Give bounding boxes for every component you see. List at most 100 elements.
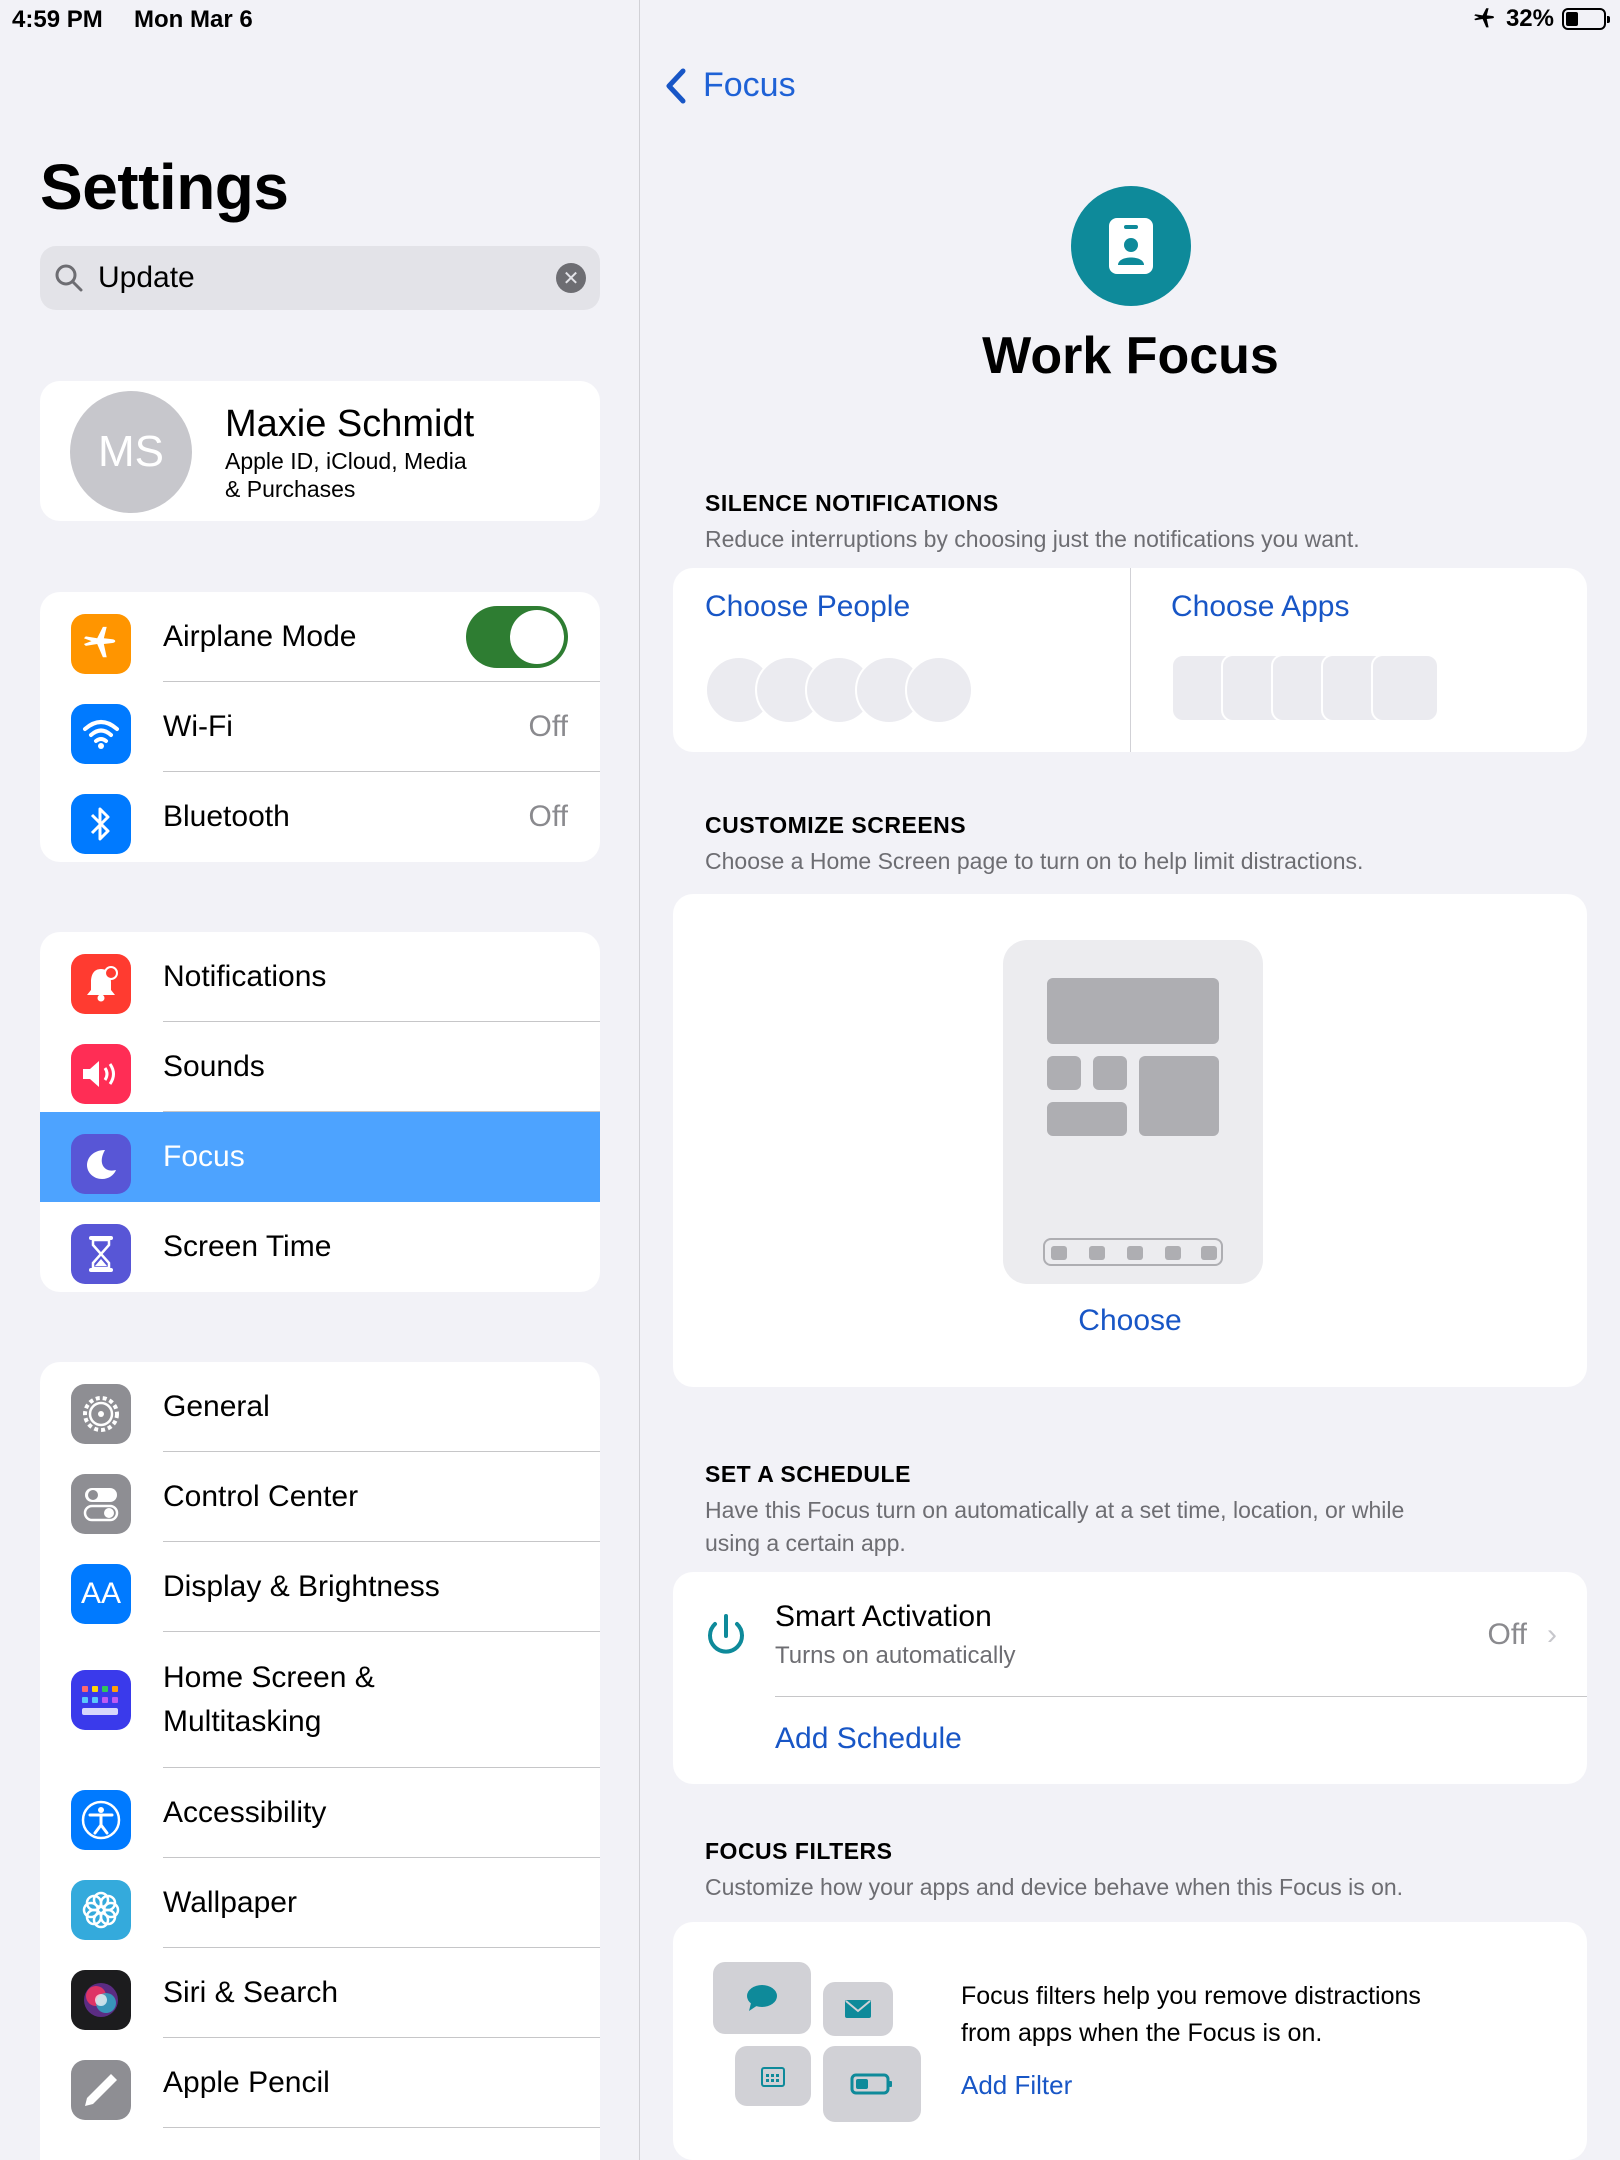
sidebar-item-wifi[interactable]: Wi-Fi Off: [40, 682, 600, 772]
search-input[interactable]: Update: [98, 261, 556, 295]
power-icon: [708, 1614, 744, 1654]
chat-bubble-icon: [713, 1962, 811, 2034]
screens-heading: CUSTOMIZE SCREENS: [705, 812, 967, 838]
chevron-right-icon[interactable]: ›: [1547, 1618, 1557, 1652]
sidebar-item-label: Bluetooth: [163, 800, 290, 833]
account-subtitle-line2: & Purchases: [225, 476, 356, 502]
bluetooth-icon: [71, 794, 131, 854]
flower-icon: [71, 1880, 131, 1940]
app-placeholder: [1371, 654, 1439, 722]
smart-activation-title[interactable]: Smart Activation: [775, 1600, 992, 1634]
screens-card: Choose: [673, 894, 1587, 1387]
status-date: Mon Mar 6: [134, 6, 253, 33]
back-label: Focus: [703, 66, 796, 104]
airplane-mode-toggle[interactable]: [466, 606, 568, 668]
sidebar-item-control-center[interactable]: Control Center: [40, 1452, 600, 1542]
account-subtitle: Apple ID, iCloud, Media & Purchases: [225, 447, 525, 503]
wifi-icon: [71, 704, 131, 764]
system-group: General Control Center AA Display & Brig…: [40, 1362, 600, 2160]
avatar: MS: [70, 391, 192, 513]
gear-icon: [71, 1384, 131, 1444]
sidebar-item-general[interactable]: General: [40, 1362, 600, 1452]
sidebar-item-airplane-mode[interactable]: Airplane Mode: [40, 592, 600, 682]
back-button[interactable]: Focus: [665, 66, 796, 105]
smart-activation-subtitle: Turns on automatically: [775, 1642, 1016, 1669]
bluetooth-status: Off: [528, 800, 568, 833]
schedule-heading: SET A SCHEDULE: [705, 1461, 911, 1487]
wifi-status: Off: [528, 710, 568, 743]
sidebar-item-label: Display & Brightness: [163, 1570, 440, 1603]
account-subtitle-line1: Apple ID, iCloud, Media: [225, 448, 467, 474]
sidebar-item-focus[interactable]: Focus: [40, 1112, 600, 1202]
screens-description: Choose a Home Screen page to turn on to …: [705, 848, 1364, 874]
sidebar-item-screen-time[interactable]: Screen Time: [40, 1202, 600, 1292]
settings-sidebar: Settings Update ✕ MS Maxie Schmidt Apple…: [0, 0, 640, 2160]
airplane-icon: [71, 614, 131, 674]
filters-heading: FOCUS FILTERS: [705, 1838, 893, 1864]
sidebar-item-sounds[interactable]: Sounds: [40, 1022, 600, 1112]
schedule-desc-line1: Have this Focus turn on automatically at…: [705, 1497, 1405, 1523]
home-screen-preview[interactable]: [1003, 940, 1263, 1284]
hourglass-icon: [71, 1224, 131, 1284]
choose-screen-button[interactable]: Choose: [673, 1304, 1587, 1338]
add-filter-button[interactable]: Add Filter: [961, 2070, 1072, 2101]
silence-card: Choose People Choose Apps: [673, 568, 1587, 752]
filters-card: Focus filters help you remove distractio…: [673, 1922, 1587, 2160]
choose-people-button[interactable]: Choose People: [705, 590, 910, 624]
status-bar: 4:59 PM Mon Mar 6 32%: [0, 0, 1620, 40]
add-schedule-button[interactable]: Add Schedule: [775, 1722, 962, 1756]
sidebar-item-display-brightness[interactable]: AA Display & Brightness: [40, 1542, 600, 1632]
sidebar-item-label: Focus: [163, 1140, 245, 1173]
moon-icon: [71, 1134, 131, 1194]
switches-icon: [71, 1474, 131, 1534]
sidebar-item-label: Sounds: [163, 1050, 265, 1083]
choose-apps-button[interactable]: Choose Apps: [1171, 590, 1349, 624]
sidebar-item-label: General: [163, 1390, 270, 1423]
filters-text-line1: Focus filters help you remove distractio…: [961, 1982, 1421, 2010]
sidebar-item-label: Wi-Fi: [163, 710, 233, 743]
smart-activation-value: Off: [1487, 1618, 1527, 1651]
low-power-battery-icon: [823, 2046, 921, 2122]
bell-icon: [71, 954, 131, 1014]
schedule-description: Have this Focus turn on automatically at…: [705, 1494, 1535, 1560]
sidebar-item-siri-search[interactable]: Siri & Search: [40, 1948, 600, 2038]
sidebar-item-accessibility[interactable]: Accessibility: [40, 1768, 600, 1858]
sidebar-title: Settings: [40, 151, 289, 223]
notifications-group: Notifications Sounds Focus Screen Time: [40, 932, 600, 1292]
search-bar[interactable]: Update ✕: [40, 246, 600, 310]
page-title: Work Focus: [982, 327, 1279, 385]
calendar-icon: [735, 2046, 811, 2106]
sidebar-item-bluetooth[interactable]: Bluetooth Off: [40, 772, 600, 862]
mail-icon: [823, 1982, 893, 2036]
sidebar-item-label: Notifications: [163, 960, 327, 993]
sidebar-item-label: Accessibility: [163, 1796, 327, 1829]
focus-detail-pane: Focus Work Focus SILENCE NOTIFICATIONS R…: [641, 0, 1620, 2160]
filters-description: Customize how your apps and device behav…: [705, 1874, 1404, 1900]
sidebar-item-label: Screen Time: [163, 1230, 332, 1263]
sidebar-item-wallpaper[interactable]: Wallpaper: [40, 1858, 600, 1948]
connectivity-group: Airplane Mode Wi-Fi Off Bluetooth Off: [40, 592, 600, 862]
silence-heading: SILENCE NOTIFICATIONS: [705, 490, 999, 516]
filters-text-line2: from apps when the Focus is on.: [961, 2019, 1323, 2047]
accessibility-icon: [71, 1790, 131, 1850]
siri-icon: [71, 1970, 131, 2030]
battery-percent: 32%: [1505, 5, 1554, 32]
sidebar-item-notifications[interactable]: Notifications: [40, 932, 600, 1022]
sidebar-item-apple-pencil[interactable]: Apple Pencil: [40, 2038, 600, 2128]
speaker-icon: [71, 1044, 131, 1104]
person-placeholder: [905, 656, 973, 724]
sidebar-item-label: Siri & Search: [163, 1976, 339, 2009]
sidebar-item-home-screen[interactable]: Home Screen & Multitasking: [40, 1632, 600, 1768]
label-line2: Multitasking: [163, 1705, 322, 1738]
sidebar-item-label: Apple Pencil: [163, 2066, 330, 2099]
label-line1: Home Screen &: [163, 1661, 375, 1694]
silence-description: Reduce interruptions by choosing just th…: [705, 526, 1360, 552]
schedule-card: Smart Activation Turns on automatically …: [673, 1572, 1587, 1784]
app-grid-icon: [71, 1670, 131, 1730]
apple-id-card[interactable]: MS Maxie Schmidt Apple ID, iCloud, Media…: [40, 381, 600, 521]
clear-search-icon[interactable]: ✕: [556, 263, 586, 293]
work-badge-icon: [1071, 186, 1191, 306]
account-name: Maxie Schmidt: [225, 403, 475, 445]
schedule-desc-line2: using a certain app.: [705, 1530, 906, 1556]
status-time: 4:59 PM: [12, 6, 103, 33]
